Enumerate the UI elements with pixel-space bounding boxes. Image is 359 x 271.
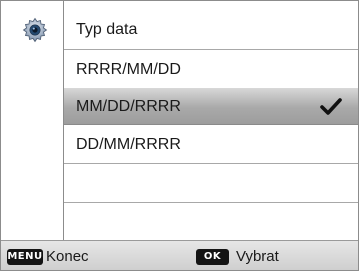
button-hint-bar: MENU Konec OK Vybrat: [1, 240, 358, 270]
menu-key-badge[interactable]: MENU: [7, 249, 43, 265]
empty-row: [64, 164, 358, 203]
option-label: RRRR/MM/DD: [76, 61, 181, 78]
option-mm-dd-rrrr[interactable]: MM/DD/RRRR: [64, 88, 358, 125]
option-dd-mm-rrrr[interactable]: DD/MM/RRRR: [64, 125, 358, 164]
option-rrrr-mm-dd[interactable]: RRRR/MM/DD: [64, 50, 358, 89]
ok-key-badge[interactable]: OK: [196, 249, 229, 265]
option-label: DD/MM/RRRR: [76, 136, 181, 153]
check-icon: [320, 98, 342, 115]
camera-settings-screen: Typ data RRRR/MM/DD MM/DD/RRRR DD/MM/RRR…: [0, 0, 359, 271]
exit-label: Konec: [46, 248, 89, 265]
date-type-menu: Typ data RRRR/MM/DD MM/DD/RRRR DD/MM/RRR…: [64, 1, 358, 240]
menu-title: Typ data: [64, 10, 358, 50]
menu-icon-column: [1, 1, 64, 240]
gear-icon: [22, 17, 48, 43]
select-label: Vybrat: [236, 248, 279, 265]
menu-title-text: Typ data: [76, 21, 138, 38]
option-label: MM/DD/RRRR: [76, 98, 181, 115]
